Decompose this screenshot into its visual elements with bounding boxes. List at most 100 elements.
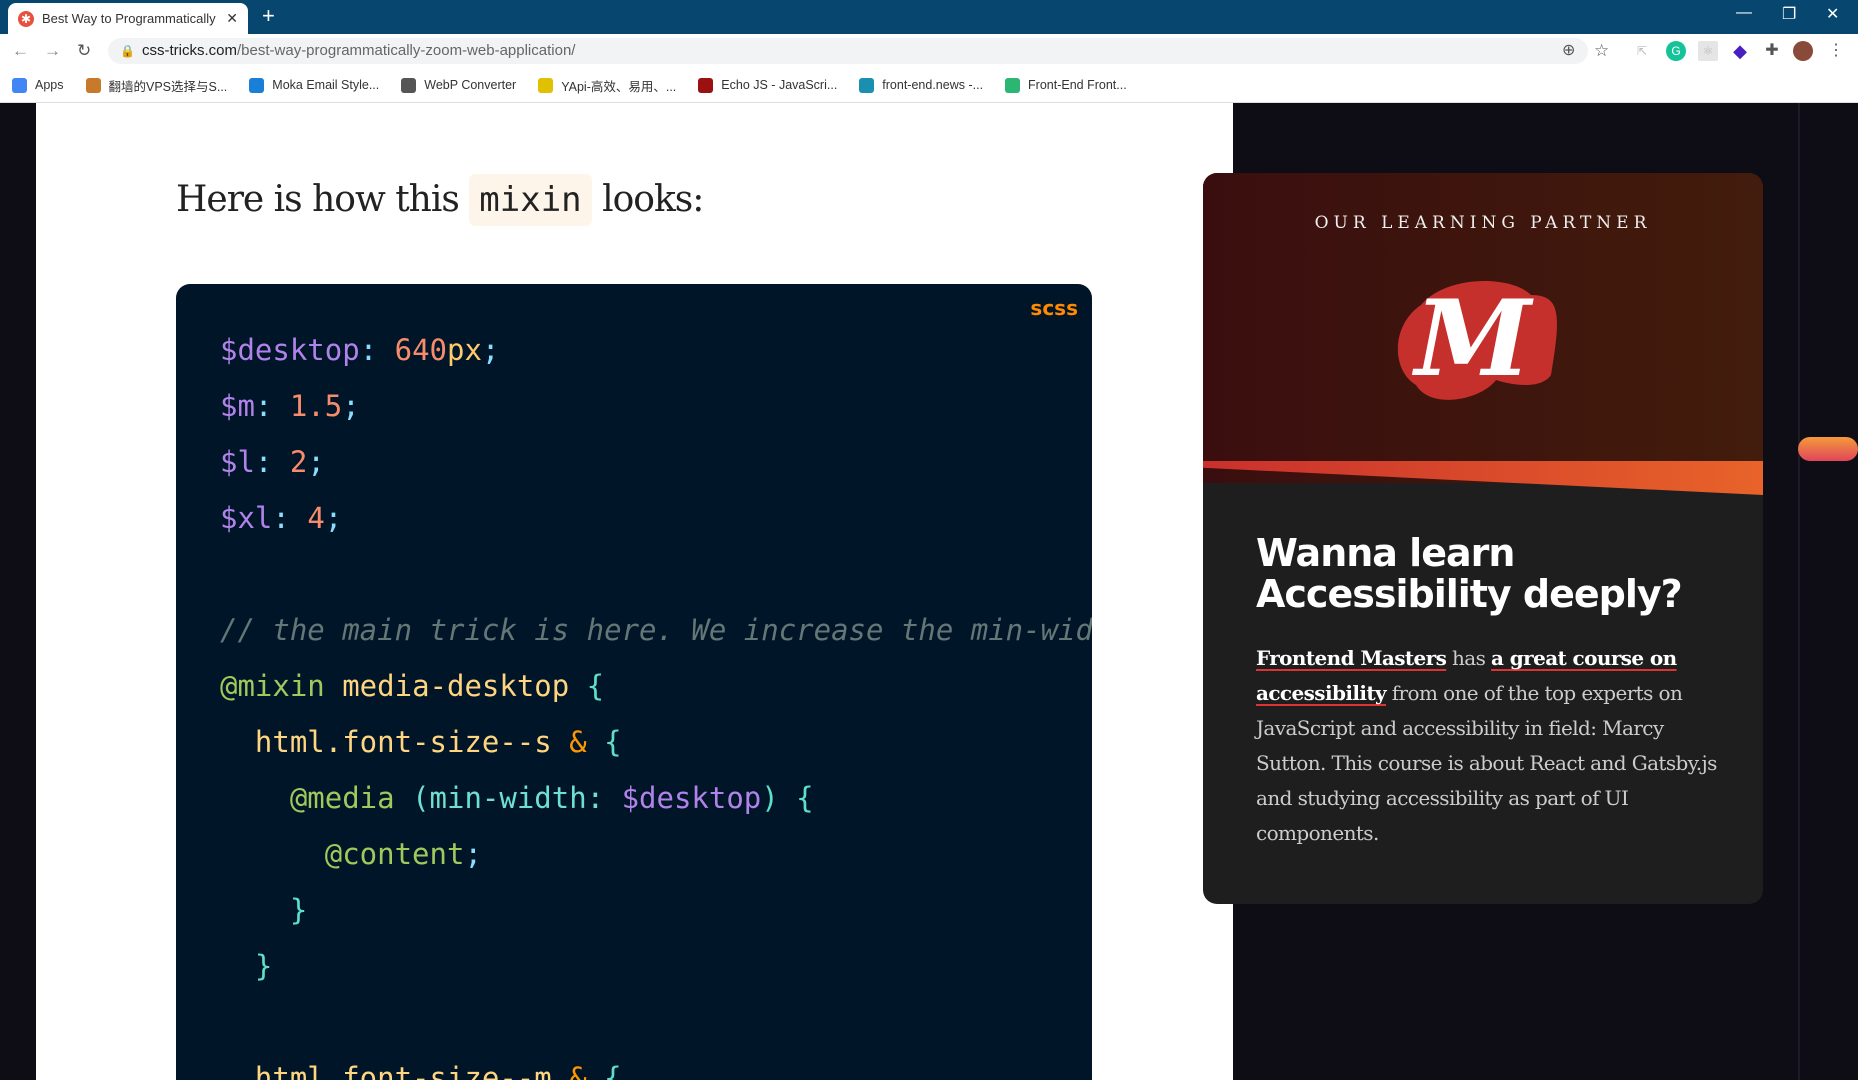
code-line: html.font-size--s & { bbox=[220, 714, 1092, 770]
bookmark-label: front-end.news -... bbox=[882, 78, 984, 92]
code-token: : bbox=[272, 501, 308, 535]
bookmark-label: Moka Email Style... bbox=[272, 78, 380, 92]
code-token: 640 bbox=[394, 333, 447, 367]
code-block[interactable]: scss $desktop: 640px; $m: 1.5; $l: 2; $xl: … bbox=[176, 284, 1092, 1080]
code-line: @media (min-width: $desktop) { bbox=[220, 770, 1092, 826]
code-token: ; bbox=[324, 501, 343, 535]
code-token: $desktop bbox=[220, 333, 360, 367]
bookmark-label: Apps bbox=[35, 78, 64, 92]
toolbar: ← → ↻ 🔒 css-tricks.com/best-way-programm… bbox=[0, 34, 1858, 68]
scrollbar-track[interactable] bbox=[1798, 103, 1800, 1080]
profile-avatar[interactable] bbox=[1793, 41, 1813, 61]
code-token: 4 bbox=[307, 501, 325, 535]
address-bar[interactable]: 🔒 css-tricks.com/best-way-programmatical… bbox=[108, 38, 1588, 64]
code-line: @mixin media-desktop { bbox=[220, 658, 1092, 714]
code-token: { bbox=[586, 1061, 622, 1080]
code-line: $xl: 4; bbox=[220, 490, 1092, 546]
code-token: media-desktop bbox=[324, 669, 587, 703]
react-devtools-icon[interactable]: ⚛ bbox=[1698, 41, 1718, 61]
extensions-puzzle-icon[interactable]: ✚ bbox=[1762, 41, 1782, 61]
extension-diamond-icon[interactable]: ◆ bbox=[1730, 41, 1750, 61]
tab-bar: ✱ Best Way to Programmatically ✕ + — ❐ ✕ bbox=[0, 0, 1858, 34]
text: has bbox=[1446, 646, 1492, 670]
code-token: } bbox=[220, 893, 308, 927]
apps-grid-icon bbox=[12, 77, 27, 93]
code-lines: $desktop: 640px; $m: 1.5; $l: 2; $xl: 4; //… bbox=[220, 322, 1092, 1080]
forward-icon[interactable]: → bbox=[44, 41, 61, 61]
code-line: $l: 2; bbox=[220, 434, 1092, 490]
bookmark-item[interactable]: Moka Email Style... bbox=[249, 77, 380, 93]
bookmark-star-icon[interactable]: ☆ bbox=[1594, 41, 1609, 61]
code-token: : bbox=[254, 389, 290, 423]
code-token: } bbox=[220, 949, 273, 983]
code-token: $desktop bbox=[621, 781, 762, 815]
frontend-masters-link[interactable]: Frontend Masters bbox=[1256, 646, 1447, 670]
code-line: $desktop: 640px; bbox=[220, 322, 1092, 378]
code-token: : bbox=[254, 445, 290, 479]
code-token: $xl bbox=[220, 501, 273, 535]
card-heading: Wanna learn Accessibility deeply? bbox=[1256, 531, 1683, 616]
paragraph: Here is how this mixin looks: bbox=[176, 174, 704, 226]
lock-icon: 🔒 bbox=[120, 44, 135, 58]
url-host: css-tricks.com bbox=[142, 42, 237, 59]
url-path: /best-way-programmatically-zoom-web-appl… bbox=[237, 42, 576, 59]
code-line: @content; bbox=[220, 826, 1092, 882]
code-token: & bbox=[569, 725, 587, 759]
frontend-masters-logo[interactable]: M bbox=[1391, 275, 1561, 405]
tab-active[interactable]: ✱ Best Way to Programmatically ✕ bbox=[8, 3, 248, 34]
bookmark-label: WebP Converter bbox=[424, 78, 517, 92]
bookmark-item[interactable]: Echo JS - JavaScri... bbox=[698, 77, 837, 93]
card-body: Frontend Masters has a great course on a… bbox=[1256, 641, 1726, 851]
code-token: @content bbox=[220, 837, 465, 871]
close-tab-icon[interactable]: ✕ bbox=[226, 10, 238, 27]
code-token: ; bbox=[307, 445, 325, 479]
eyebrow: OUR LEARNING PARTNER bbox=[1314, 213, 1652, 233]
css-tricks-star-icon: ✱ bbox=[18, 10, 34, 27]
back-icon[interactable]: ← bbox=[12, 41, 29, 61]
code-line: // the main trick is here. We increase t… bbox=[220, 602, 1092, 658]
svg-text:M: M bbox=[1412, 276, 1534, 400]
reload-icon[interactable]: ↻ bbox=[77, 41, 91, 61]
code-token: (min-width: bbox=[412, 781, 622, 815]
grammarly-icon[interactable]: G bbox=[1666, 41, 1686, 61]
cursor-extension-icon[interactable]: ⇱ bbox=[1632, 41, 1652, 61]
bookmark-item[interactable]: WebP Converter bbox=[401, 77, 517, 93]
learning-partner-card: OUR LEARNING PARTNER M Wanna learn Acces… bbox=[1203, 173, 1763, 904]
bookmark-item[interactable]: 翻墙的VPS选择与S... bbox=[85, 76, 227, 95]
code-token: 1.5 bbox=[289, 389, 343, 423]
inline-code: mixin bbox=[469, 174, 592, 226]
code-token: 2 bbox=[289, 445, 308, 479]
code-token: { bbox=[586, 725, 622, 759]
code-token: & bbox=[569, 1061, 587, 1080]
code-token: ) { bbox=[761, 781, 814, 815]
text: from one of the top experts on JavaScrip… bbox=[1256, 681, 1717, 845]
bookmark-item[interactable]: Front-End Front... bbox=[1005, 77, 1127, 93]
new-tab-button[interactable]: + bbox=[262, 3, 275, 29]
bookmark-label: YApi-高效、易用、... bbox=[561, 79, 677, 94]
article: Here is how this mixin looks: scss $desk… bbox=[36, 103, 1233, 1080]
close-window-icon[interactable]: ✕ bbox=[1826, 4, 1839, 24]
text: looks: bbox=[591, 179, 704, 220]
code-token: px bbox=[447, 333, 482, 367]
scrollbar-thumb[interactable] bbox=[1798, 437, 1858, 461]
restore-icon[interactable]: ❐ bbox=[1782, 4, 1796, 24]
text: Here is how this bbox=[176, 179, 470, 220]
js-icon bbox=[698, 77, 714, 93]
bookmark-item[interactable]: front-end.news -... bbox=[859, 77, 984, 93]
code-token: @media bbox=[220, 781, 413, 815]
minimize-icon[interactable]: — bbox=[1736, 4, 1752, 22]
bookmark-item[interactable]: Apps bbox=[12, 77, 64, 93]
bookmarks-bar: Apps 翻墙的VPS选择与S... Moka Email Style... WebP… bbox=[0, 68, 1858, 103]
yapi-icon bbox=[538, 77, 554, 93]
code-line: } bbox=[220, 938, 1092, 994]
code-token: ; bbox=[481, 333, 500, 367]
menu-icon[interactable]: ⋮ bbox=[1826, 41, 1846, 61]
bookmark-item[interactable]: YApi-高效、易用、... bbox=[538, 76, 676, 95]
mail-icon bbox=[249, 77, 265, 93]
zoom-icon[interactable]: ⊕ bbox=[1562, 38, 1575, 64]
bookmark-avatar-icon bbox=[85, 77, 101, 93]
code-token: $l bbox=[220, 445, 255, 479]
code-token: html.font-size--m bbox=[220, 1061, 570, 1080]
